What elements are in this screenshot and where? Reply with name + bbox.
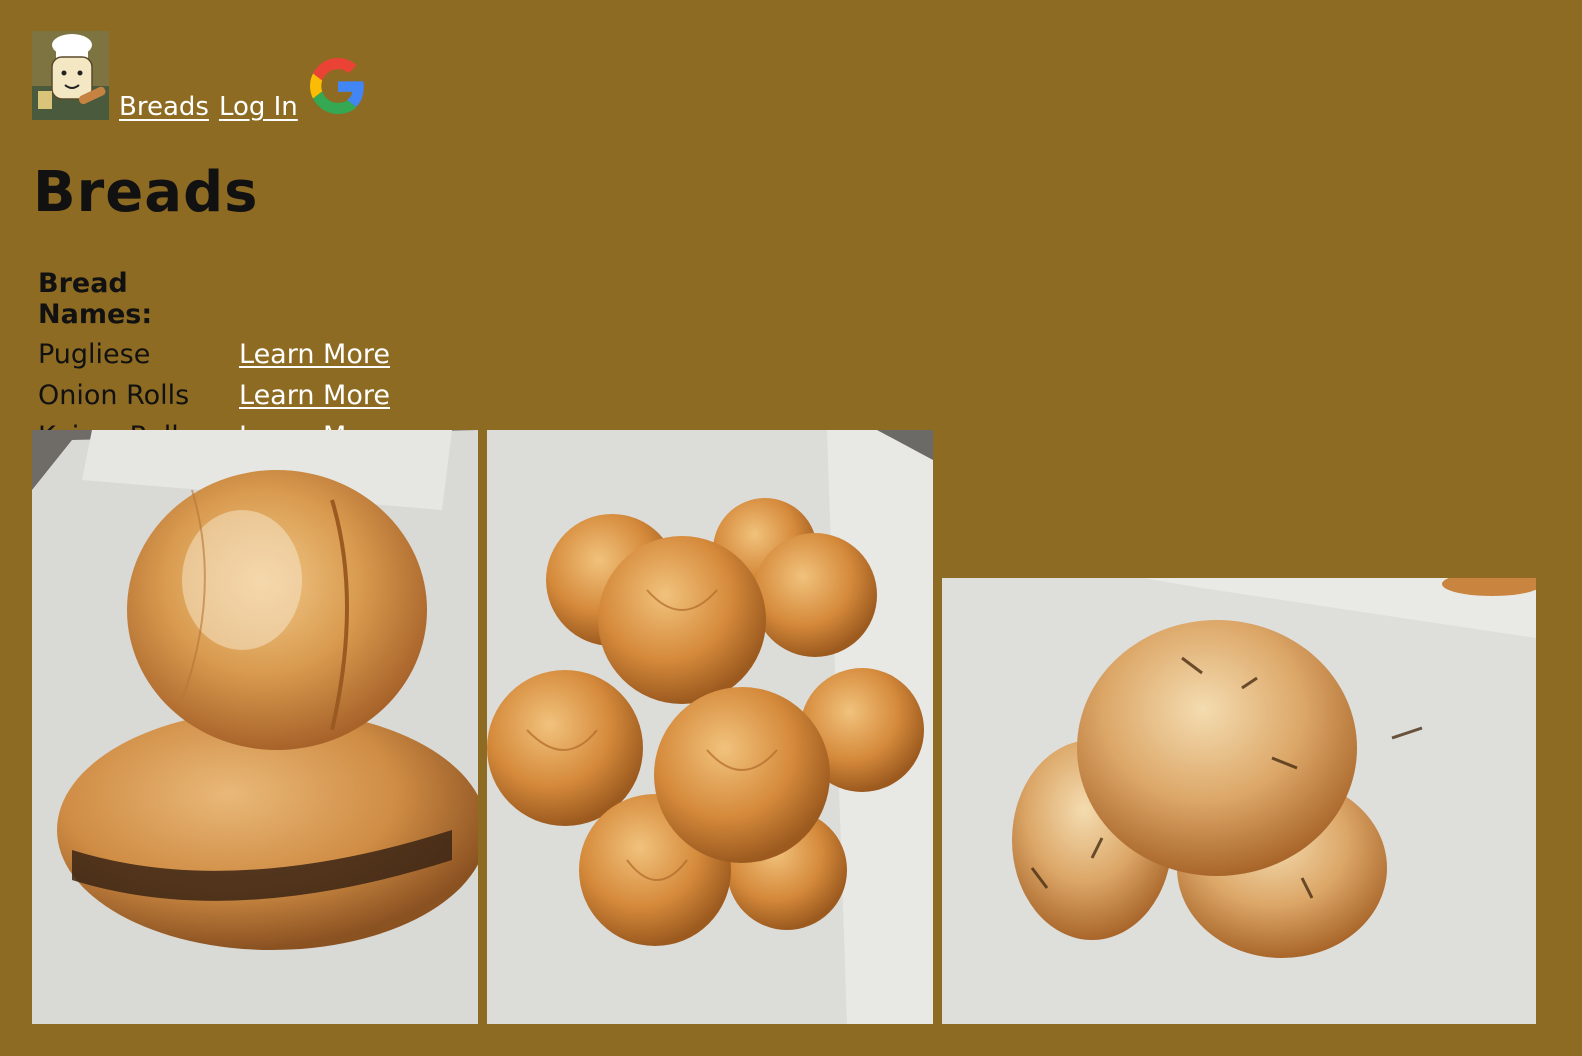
- pugliese-photo: [32, 430, 478, 1024]
- table-header: Bread Names:: [38, 268, 153, 330]
- top-nav: Breads Log In: [32, 28, 366, 120]
- kaiser-rolls-photo: [487, 430, 933, 1024]
- onion-rolls-photo: [942, 578, 1536, 1024]
- table-row: Pugliese Learn More: [38, 334, 390, 375]
- google-g-icon[interactable]: [309, 58, 366, 114]
- breads-table: Bread Names: Pugliese Learn More Onion R…: [32, 264, 396, 457]
- learn-more-link[interactable]: Learn More: [239, 380, 390, 411]
- nav-link-breads[interactable]: Breads: [119, 94, 209, 120]
- table-header-row: Bread Names:: [38, 264, 390, 334]
- bread-name: Pugliese: [38, 339, 151, 370]
- learn-more-link[interactable]: Learn More: [239, 339, 390, 370]
- bread-name: Onion Rolls: [38, 380, 190, 411]
- page-title: Breads: [33, 160, 259, 225]
- table-row: Onion Rolls Learn More: [38, 375, 390, 416]
- chef-bread-logo[interactable]: [32, 31, 109, 120]
- nav-link-log-in[interactable]: Log In: [219, 94, 298, 120]
